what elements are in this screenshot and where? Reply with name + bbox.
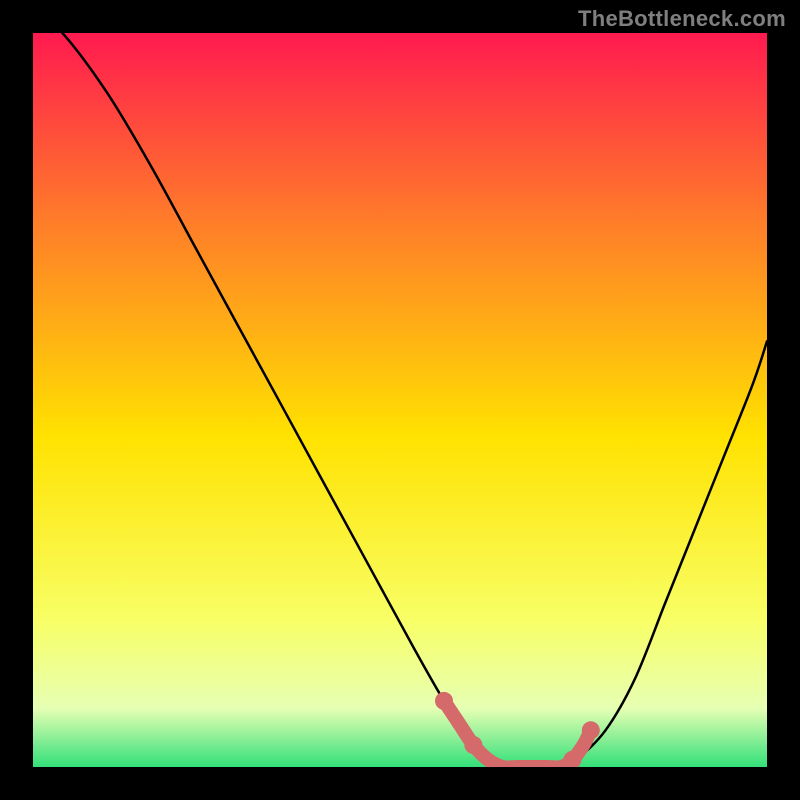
highlight-dot bbox=[435, 692, 453, 710]
plot-area bbox=[33, 33, 767, 767]
bottleneck-curve-left bbox=[33, 33, 503, 767]
bottleneck-curve-right bbox=[562, 341, 768, 767]
chart-svg bbox=[33, 33, 767, 767]
highlight-dot bbox=[464, 736, 482, 754]
highlight-dot bbox=[582, 721, 600, 739]
chart-root: TheBottleneck.com bbox=[0, 0, 800, 800]
watermark-text: TheBottleneck.com bbox=[578, 6, 786, 32]
